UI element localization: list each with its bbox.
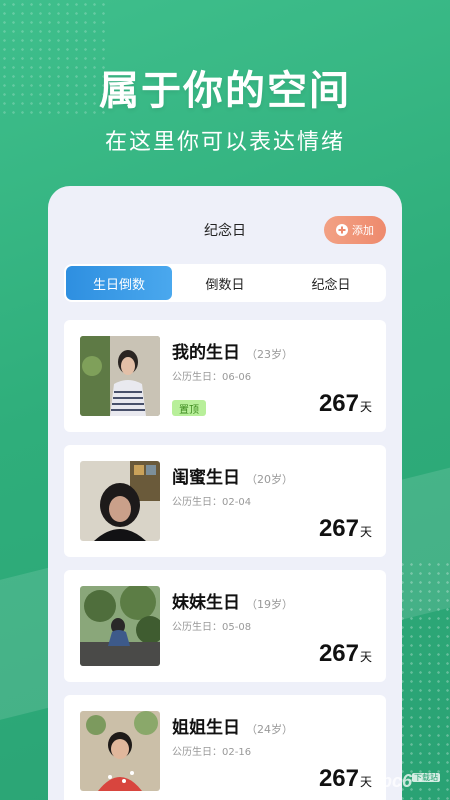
- card-title: 闺蜜生日 （20岁）: [172, 468, 293, 488]
- watermark-logo: pc6 下载站: [380, 771, 440, 791]
- card-date: 公历生日：02-04: [172, 497, 252, 508]
- tab-birthday-countdown[interactable]: 生日倒数: [66, 266, 172, 300]
- avatar-photo: [80, 461, 160, 541]
- hero-title: 属于你的空间: [99, 68, 351, 114]
- list-item[interactable]: 妹妹生日 （19岁） 公历生日：05-08 267天: [64, 570, 386, 682]
- hero-subtitle: 在这里你可以表达情绪: [104, 130, 345, 155]
- card-age: （23岁）: [246, 348, 293, 361]
- avatar-photo: [80, 586, 160, 666]
- pinned-badge: 置顶: [172, 400, 206, 416]
- avatar-photo: [80, 336, 160, 416]
- days-remaining: 267天: [318, 390, 372, 417]
- plus-icon: [336, 224, 348, 236]
- phone-screen: 纪念日 添加 生日倒数 倒数日 纪念日 我的生日 （23岁） 公历生日：06-06: [48, 186, 402, 800]
- card-title: 妹妹生日 （19岁）: [172, 593, 293, 613]
- days-remaining: 267天: [318, 515, 372, 542]
- list-item[interactable]: 我的生日 （23岁） 公历生日：06-06 置顶 267天: [64, 320, 386, 432]
- tab-anniversary[interactable]: 纪念日: [278, 266, 384, 300]
- add-button-label: 添加: [352, 224, 374, 237]
- card-age: （20岁）: [246, 473, 293, 486]
- list-item[interactable]: 姐姐生日 （24岁） 公历生日：02-16 267天: [64, 695, 386, 800]
- card-title: 我的生日 （23岁）: [172, 343, 293, 363]
- card-age: （24岁）: [246, 723, 293, 736]
- days-remaining: 267天: [318, 765, 372, 792]
- card-date: 公历生日：02-16: [172, 747, 252, 758]
- card-title: 姐姐生日 （24岁）: [172, 718, 293, 738]
- card-date: 公历生日：05-08: [172, 622, 252, 633]
- tab-bar: 生日倒数 倒数日 纪念日: [64, 264, 386, 302]
- top-bar: 纪念日 添加: [48, 186, 402, 258]
- add-button[interactable]: 添加: [324, 216, 386, 244]
- tab-countdown[interactable]: 倒数日: [172, 266, 278, 300]
- card-date: 公历生日：06-06: [172, 372, 252, 383]
- avatar-photo: [80, 711, 160, 791]
- card-age: （19岁）: [246, 598, 293, 611]
- list-item[interactable]: 闺蜜生日 （20岁） 公历生日：02-04 267天: [64, 445, 386, 557]
- days-remaining: 267天: [318, 640, 372, 667]
